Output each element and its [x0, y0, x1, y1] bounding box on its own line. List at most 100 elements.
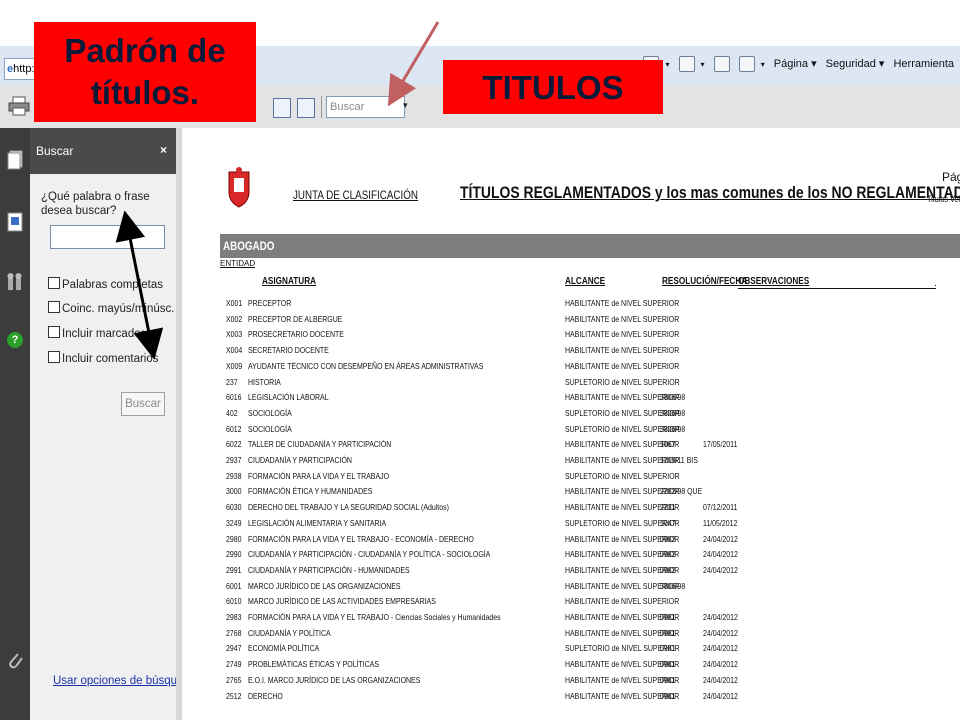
checkbox[interactable]	[48, 351, 60, 363]
toolbar-search-input[interactable]: Buscar	[326, 96, 405, 118]
search-dropdown-icon[interactable]: ▾	[403, 100, 408, 111]
row-asignatura: DERECHO DEL TRABAJO Y LA SEGURIDAD SOCIA…	[248, 502, 449, 513]
table-row: X003 PROSECRETARIO DOCENTE HABILITANTE de …	[182, 329, 960, 344]
table-row: 3249 LEGISLACIÓN ALIMENTARIA Y SANITARIA S…	[182, 518, 960, 533]
row-code: 6001	[226, 580, 242, 591]
row-alcance: HABILITANTE de NIVEL SUPERIOR	[565, 313, 680, 324]
column-header-observaciones: OBSERVACIONES	[738, 276, 810, 287]
row-fecha: 11/05/2012	[703, 517, 738, 528]
table-row: 6010 MARCO JURÍDICO DE LAS ACTIVIDADES EM…	[182, 596, 960, 611]
row-asignatura: TALLER DE CIUDADANÍA Y PARTICIPACIÓN	[248, 439, 392, 450]
column-header-asignatura: ASIGNATURA	[262, 276, 317, 287]
search-options-link[interactable]: Usar opciones de búsqueda	[53, 675, 196, 687]
row-code: X002	[226, 313, 243, 324]
table-row: 2990 CIUDADANÍA Y PARTICIPACIÓN - CIUDADA…	[182, 549, 960, 564]
row-code: 2938	[226, 470, 242, 481]
pages-icon[interactable]	[6, 150, 24, 170]
row-asignatura: PROBLEMÁTICAS ÉTICAS Y POLÍTICAS	[248, 659, 380, 670]
print-icon[interactable]	[8, 96, 30, 116]
menu-herramientas[interactable]: Herramienta	[893, 58, 954, 70]
row-code: X001	[226, 298, 243, 308]
feeds-icon[interactable]	[678, 56, 695, 72]
row-resolucion: 0981	[660, 612, 676, 622]
search-panel-title: Buscar	[36, 144, 74, 158]
row-resolucion: 1209/11 BIS	[660, 455, 698, 465]
row-code: 2512	[226, 690, 242, 701]
row-asignatura: LEGISLACIÓN LABORAL	[248, 392, 329, 403]
row-code: 2937	[226, 455, 242, 465]
row-asignatura: PRECEPTOR DE ALBERGUE	[248, 313, 343, 324]
row-asignatura: MARCO JURÍDICO DE LAS ACTIVIDADES EMPRES…	[248, 596, 436, 607]
bookmarks-icon[interactable]	[6, 212, 24, 232]
row-resolucion: 0981	[660, 643, 676, 654]
row-asignatura: E.O.I. MARCO JURÍDICO DE LAS ORGANIZACIO…	[248, 674, 421, 685]
menu-seguridad[interactable]: Seguridad ▾	[826, 58, 885, 70]
checkbox[interactable]	[48, 301, 60, 313]
row-resolucion: 3806/98	[660, 392, 686, 403]
search-question: ¿Qué palabra o frase desea buscar?	[41, 191, 150, 217]
signatures-icon[interactable]	[6, 272, 24, 292]
row-asignatura: ECONOMÍA POLÍTICA	[248, 643, 320, 654]
row-code: 237	[226, 376, 238, 387]
row-code: 2990	[226, 549, 242, 560]
table-row: X002 PRECEPTOR DE ALBERGUE HABILITANTE de …	[182, 314, 960, 329]
row-alcance: HABILITANTE de NIVEL SUPERIOR	[565, 329, 680, 340]
fit-page-icon[interactable]	[297, 98, 315, 118]
row-fecha: 24/04/2012	[703, 659, 738, 670]
help-icon[interactable]: ?	[7, 332, 23, 348]
row-resolucion: 1067	[660, 439, 676, 450]
mail-icon[interactable]	[713, 56, 730, 72]
row-fecha: 24/04/2012	[703, 533, 738, 544]
option-include-comments[interactable]: Incluir comentarios	[48, 351, 159, 365]
row-asignatura: AYUDANTE TÉCNICO CON DESEMPEÑO EN ÁREAS …	[248, 360, 484, 371]
option-label: Coinc. mayús/minúsc.	[62, 303, 175, 315]
option-include-bookmarks[interactable]: Incluir marcadores	[48, 326, 157, 340]
row-resolucion: 0981	[660, 674, 676, 685]
table-row: 237 HISTORIA SUPLETORIO de NIVEL SUPERIOR	[182, 377, 960, 392]
row-fecha: 24/04/2012	[703, 612, 738, 622]
annotation-padron: Padrón de títulos.	[34, 22, 256, 122]
row-resolucion: 0981	[660, 690, 676, 701]
table-row: 3000 FORMACIÓN ÉTICA Y HUMANIDADES HABILIT…	[182, 486, 960, 501]
row-code: 2947	[226, 643, 242, 654]
table-row: 6001 MARCO JURÍDICO DE LAS ORGANIZACIONES…	[182, 581, 960, 596]
row-alcance: HABILITANTE de NIVEL SUPERIOR	[565, 345, 680, 356]
table-row: X009 AYUDANTE TÉCNICO CON DESEMPEÑO EN ÁR…	[182, 361, 960, 376]
row-asignatura: CIUDADANÍA Y PARTICIPACIÓN - HUMANIDADES	[248, 564, 410, 575]
row-resolucion: 3806/98	[660, 407, 686, 418]
row-asignatura: PRECEPTOR	[248, 298, 292, 308]
row-alcance: SUPLETORIO de NIVEL SUPERIOR	[565, 470, 680, 481]
checkbox[interactable]	[48, 326, 60, 338]
option-match-case[interactable]: Coinc. mayús/minúsc.	[48, 301, 174, 315]
toolbar-separator	[321, 96, 322, 118]
crest-logo	[228, 167, 250, 208]
checkbox[interactable]	[48, 277, 60, 289]
table-row: X004 SECRETARIO DOCENTE HABILITANTE de NIV…	[182, 345, 960, 360]
attachment-icon[interactable]	[6, 650, 24, 670]
row-fecha: 24/04/2012	[703, 674, 738, 685]
row-resolucion: 1047	[660, 517, 676, 528]
header-dot: .	[934, 278, 937, 289]
table-row: 2768 CIUDADANÍA Y POLÍTICA HABILITANTE de …	[182, 628, 960, 643]
close-icon[interactable]: ×	[160, 143, 167, 157]
table-row: 2947 ECONOMÍA POLÍTICA SUPLETORIO de NIVEL…	[182, 643, 960, 658]
table-row: 2512 DERECHO HABILITANTE de NIVEL SUPERIOR…	[182, 691, 960, 706]
table-row: 402 SOCIOLOGÍA SUPLETORIO de NIVEL SUPERIO…	[182, 408, 960, 423]
row-asignatura: SOCIOLOGÍA	[248, 407, 292, 418]
row-code: 2765	[226, 674, 242, 685]
row-alcance: SUPLETORIO de NIVEL SUPERIOR	[565, 376, 680, 387]
row-resolucion: 0981	[660, 659, 676, 670]
menu-pagina[interactable]: Página ▾	[774, 58, 817, 70]
fit-width-icon[interactable]	[273, 98, 291, 118]
row-asignatura: FORMACIÓN PARA LA VIDA Y EL TRABAJO - Ci…	[248, 612, 501, 622]
search-input[interactable]	[50, 225, 165, 249]
row-asignatura: CIUDADANÍA Y PARTICIPACIÓN	[248, 455, 352, 465]
search-button[interactable]: Buscar	[121, 392, 165, 416]
section-title: ABOGADO	[223, 239, 275, 253]
table-row: X001 PRECEPTOR HABILITANTE de NIVEL SUPERI…	[182, 298, 960, 313]
option-whole-words[interactable]: Palabras completas	[48, 277, 163, 291]
row-code: 2749	[226, 659, 242, 670]
print-menu-icon[interactable]	[738, 56, 755, 72]
table-row: 6016 LEGISLACIÓN LABORAL HABILITANTE de NI…	[182, 392, 960, 407]
row-asignatura: MARCO JURÍDICO DE LAS ORGANIZACIONES	[248, 580, 401, 591]
